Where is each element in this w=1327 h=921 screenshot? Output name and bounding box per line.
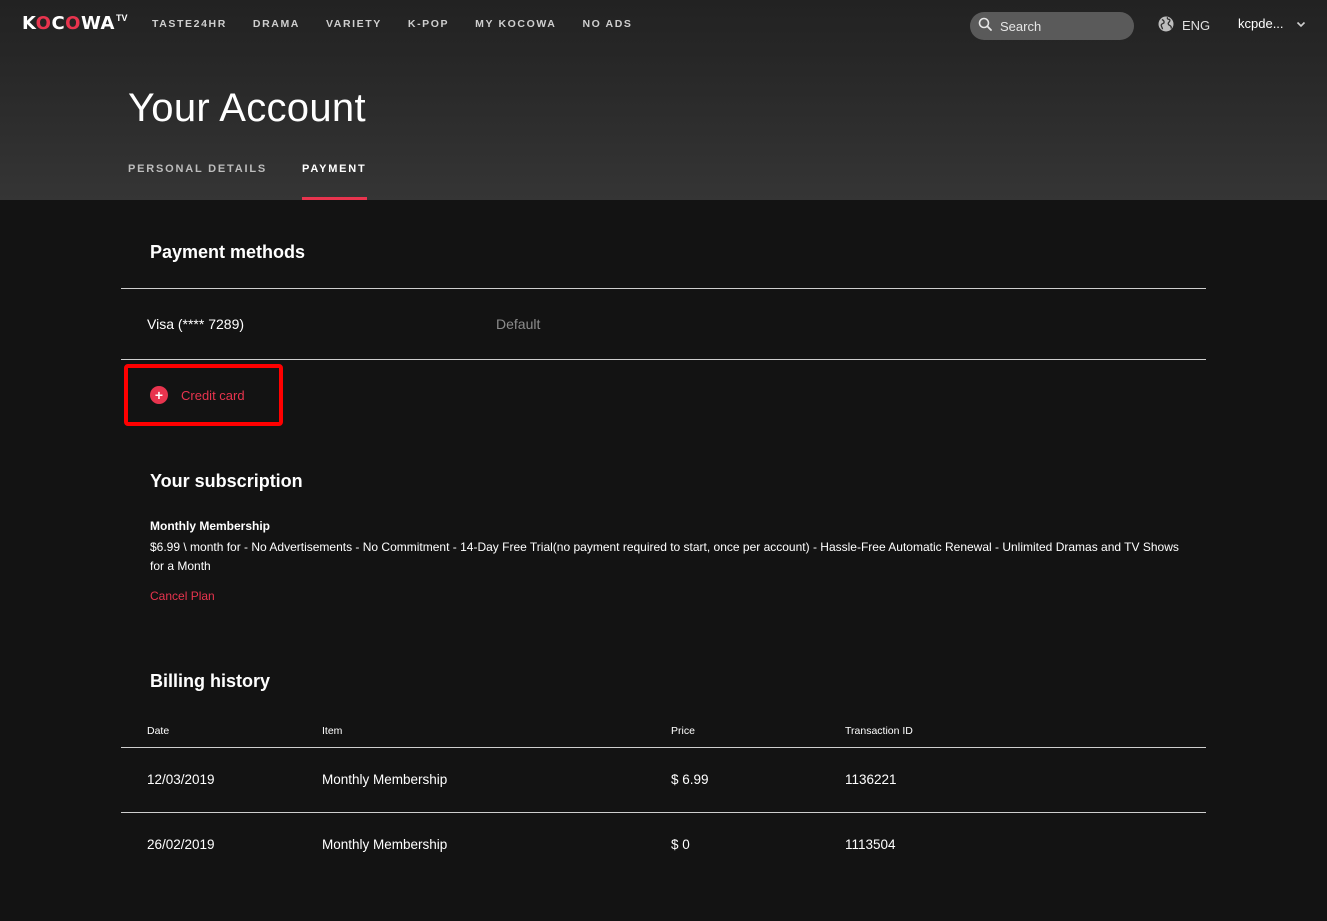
plan-name: Monthly Membership (150, 519, 271, 533)
column-header-price: Price (671, 725, 695, 737)
nav-kpop[interactable]: K-POP (408, 18, 449, 30)
language-selector[interactable]: ENG (1158, 16, 1210, 35)
username: kcpde... (1238, 16, 1284, 31)
cell-transaction-id: 1136221 (845, 772, 897, 787)
account-tabs: PERSONAL DETAILS PAYMENT (128, 163, 402, 200)
cell-date: 12/03/2019 (147, 772, 215, 787)
payment-methods-heading: Payment methods (150, 242, 306, 262)
cell-transaction-id: 1113504 (845, 837, 896, 852)
logo-tv-mark: TV (115, 13, 128, 23)
subscription-heading: Your subscription (150, 471, 303, 491)
cell-item: Monthly Membership (322, 772, 448, 787)
divider (121, 747, 1206, 748)
nav-drama[interactable]: DRAMA (253, 18, 300, 30)
cancel-plan-link[interactable]: Cancel Plan (150, 589, 215, 603)
divider (121, 812, 1206, 813)
default-badge: Default (496, 316, 541, 332)
add-credit-card-button[interactable]: + Credit card (124, 364, 283, 426)
plan-description: $6.99 \ month for - No Advertisements - … (150, 540, 1179, 573)
cell-item: Monthly Membership (322, 837, 448, 852)
nav-variety[interactable]: VARIETY (326, 18, 382, 30)
cell-date: 26/02/2019 (147, 837, 215, 852)
nav-my-kocowa[interactable]: MY KOCOWA (475, 18, 556, 30)
language-label: ENG (1182, 18, 1211, 33)
chevron-down-icon (1296, 16, 1306, 31)
nav-taste24hr[interactable]: TASTE24HR (152, 18, 227, 30)
add-credit-card-label: Credit card (181, 387, 245, 403)
tab-personal-details[interactable]: PERSONAL DETAILS (128, 163, 267, 200)
tab-payment[interactable]: PAYMENT (302, 163, 367, 200)
main-nav: TASTE24HR DRAMA VARIETY K-POP MY KOCOWA … (152, 0, 659, 48)
divider (121, 288, 1206, 289)
plus-icon: + (150, 386, 168, 404)
billing-history-heading: Billing history (150, 671, 271, 691)
saved-card-name: Visa (**** 7289) (147, 316, 245, 332)
logo-wordmark: KOCOWA (22, 13, 115, 34)
search-box[interactable] (970, 12, 1134, 40)
user-menu[interactable]: kcpde... (1238, 16, 1306, 31)
search-icon (978, 17, 992, 36)
kocowa-logo[interactable]: KOCOWA TV (22, 10, 127, 38)
cell-price: $ 6.99 (671, 772, 709, 787)
globe-icon (1158, 16, 1174, 35)
nav-no-ads[interactable]: NO ADS (582, 18, 632, 30)
column-header-transaction-id: Transaction ID (845, 725, 913, 737)
page-title: Your Account (128, 86, 366, 130)
search-input[interactable] (1000, 18, 1130, 34)
account-header: KOCOWA TV TASTE24HR DRAMA VARIETY K-POP … (0, 0, 1327, 200)
column-header-date: Date (147, 725, 170, 737)
column-header-item: Item (322, 725, 343, 737)
cell-price: $ 0 (671, 837, 690, 852)
divider (121, 359, 1206, 360)
